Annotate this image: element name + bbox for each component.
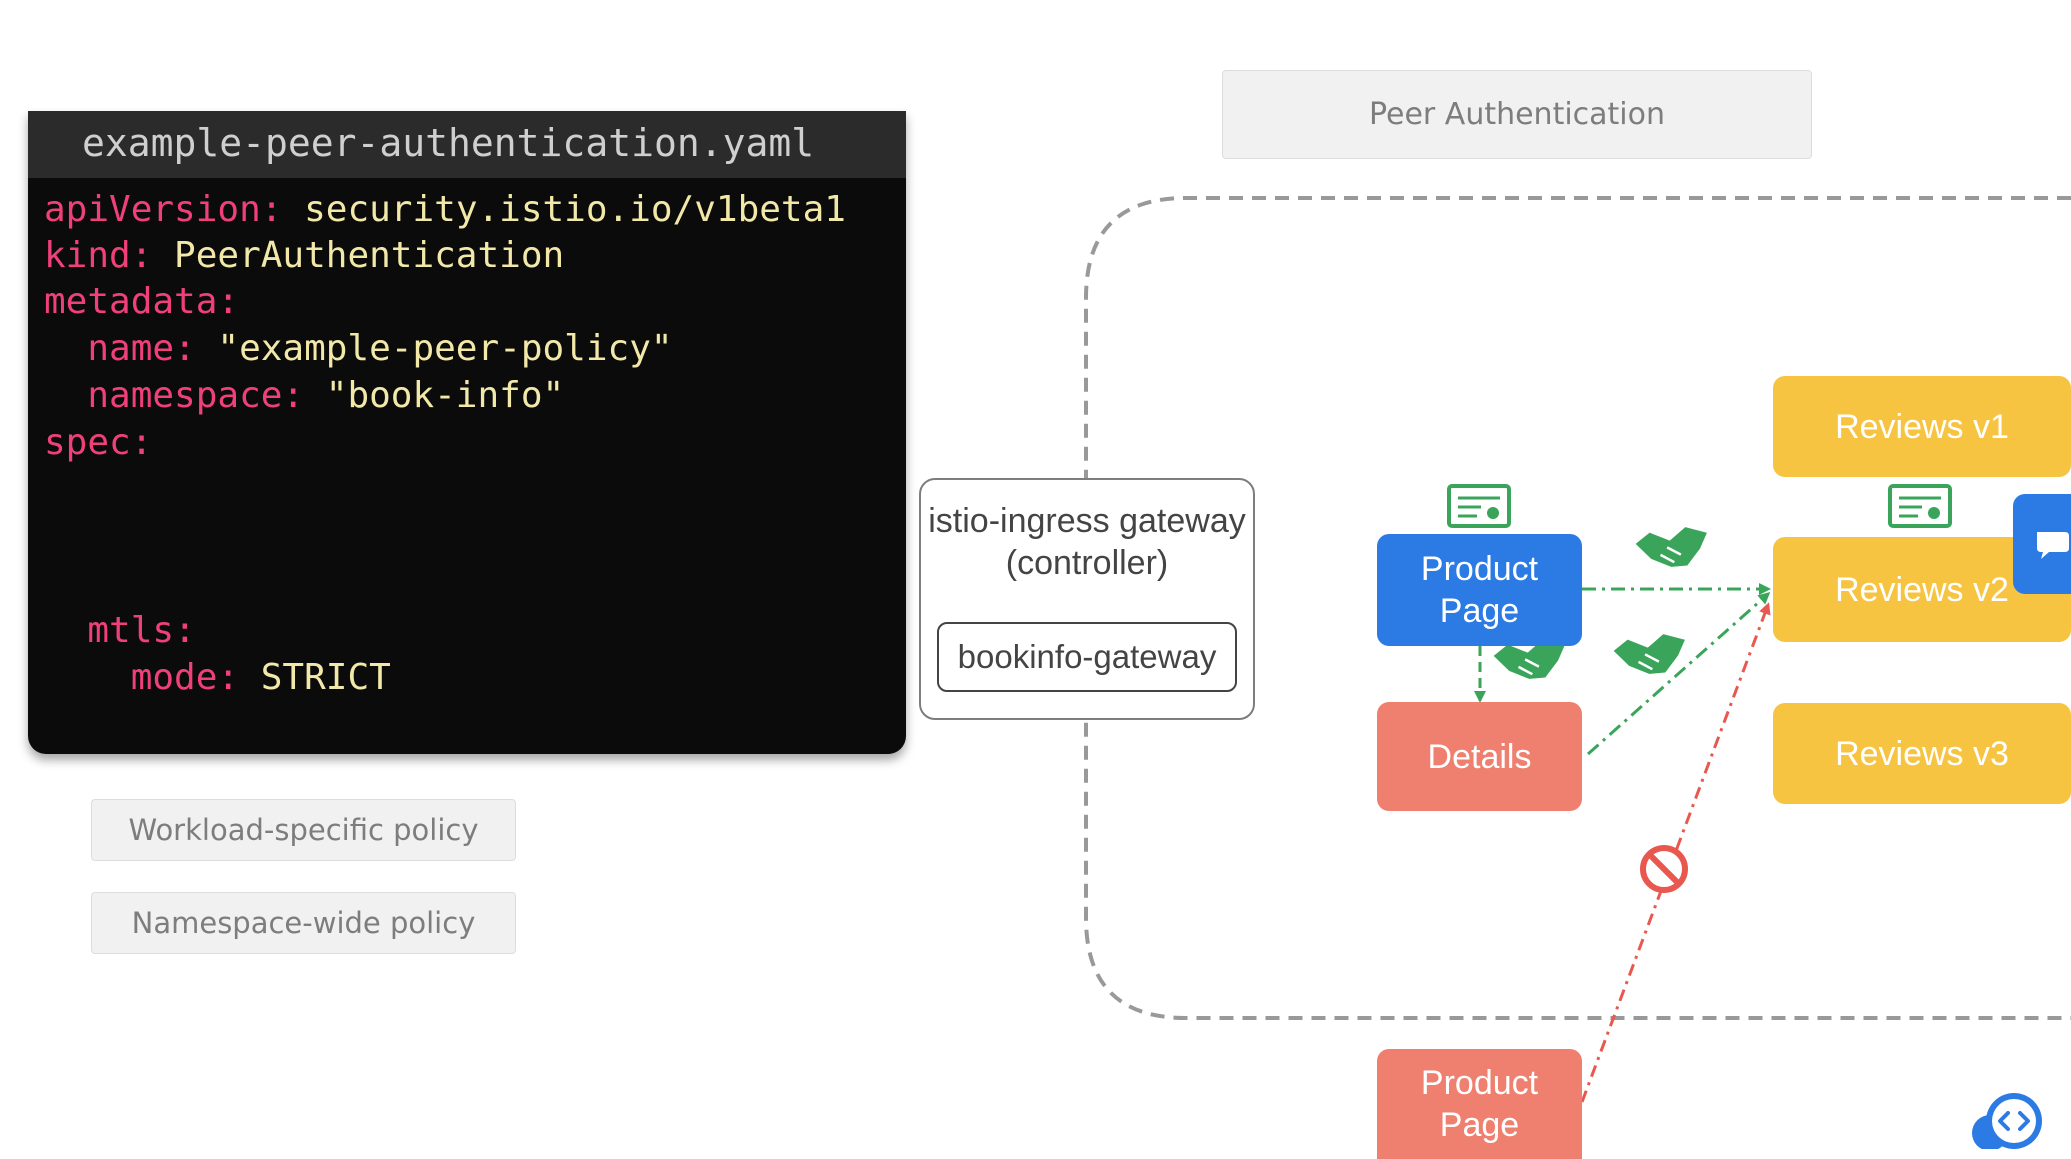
blocked-icon xyxy=(1640,845,1688,893)
handshake-icon xyxy=(1635,527,1707,567)
certificate-icon xyxy=(1888,484,1952,528)
certificate-icon xyxy=(1447,484,1511,528)
external-product-page-node: Product Page xyxy=(1377,1049,1582,1159)
reviews-v3-node: Reviews v3 xyxy=(1773,703,2071,804)
connector-details-to-reviews xyxy=(1587,592,1771,756)
ingress-gateway-label: istio-ingress gateway (controller) xyxy=(928,502,1246,582)
details-node: Details xyxy=(1377,702,1582,811)
chat-icon xyxy=(2037,532,2069,559)
logo-icon xyxy=(1972,1093,2042,1149)
chat-tab[interactable] xyxy=(2013,494,2071,594)
bookinfo-gateway-box: bookinfo-gateway xyxy=(937,622,1237,692)
reviews-v1-node: Reviews v1 xyxy=(1773,376,2071,477)
product-page-node: Product Page xyxy=(1377,534,1582,646)
ingress-gateway-box: istio-ingress gateway (controller) booki… xyxy=(919,478,1255,720)
